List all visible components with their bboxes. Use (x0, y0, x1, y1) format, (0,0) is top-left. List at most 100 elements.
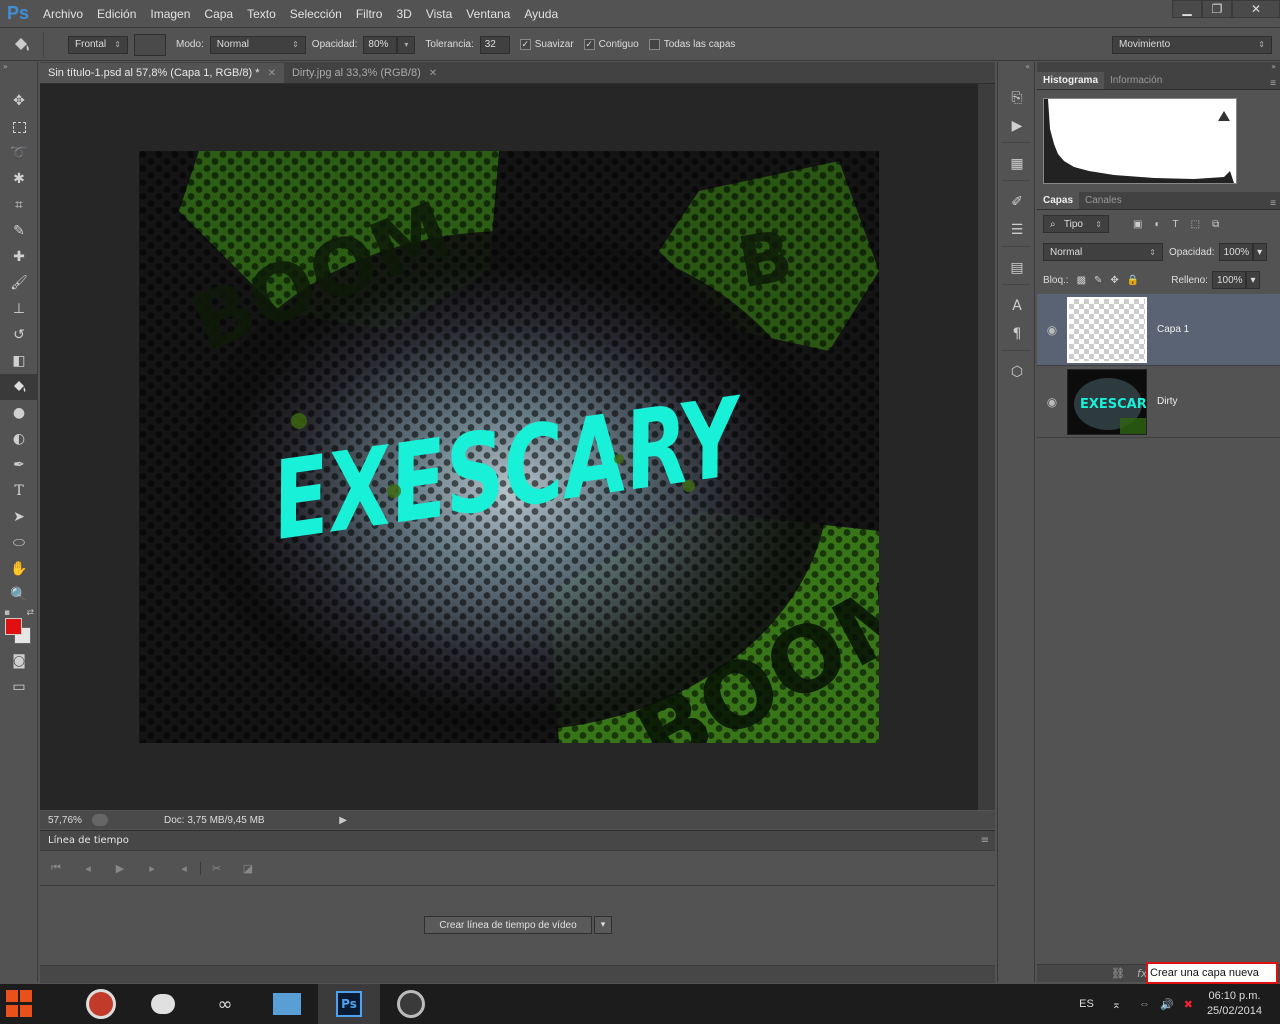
transition-icon[interactable]: ◪ (232, 862, 264, 875)
hand-tool-icon[interactable]: ✋ (0, 556, 38, 582)
antialias-option[interactable]: ✓ Suavizar (519, 39, 574, 50)
close-icon[interactable]: ✕ (268, 68, 276, 79)
magic-wand-tool-icon[interactable]: ✱ (0, 166, 38, 192)
paint-bucket-tool-icon[interactable] (0, 374, 38, 400)
mode-select[interactable]: Normal ⇕ (209, 35, 306, 54)
crop-tool-icon[interactable]: ⌗ (0, 192, 38, 218)
contiguous-checkbox[interactable]: ✓ (583, 39, 595, 50)
tab-histograma[interactable]: Histograma (1037, 72, 1105, 89)
tab-capas[interactable]: Capas (1037, 192, 1080, 209)
windows-start-icon[interactable] (0, 984, 40, 1024)
quick-mask-icon[interactable]: ◙ (0, 648, 38, 674)
tray-arrow-icon[interactable]: ⌅ (1112, 998, 1121, 1011)
expand-arrows-icon[interactable]: « (998, 62, 1034, 72)
menu-vista[interactable]: Vista (419, 7, 459, 21)
filter-adjustment-icon[interactable]: ◐ (1154, 219, 1160, 230)
blur-tool-icon[interactable]: ● (0, 400, 38, 426)
status-info-icon[interactable] (92, 814, 108, 826)
pen-tool-icon[interactable]: ✒ (0, 452, 38, 478)
all-layers-checkbox[interactable] (648, 39, 660, 50)
blend-mode-select[interactable]: Normal ⇕ (1043, 243, 1163, 261)
eye-icon[interactable]: ◉ (1037, 323, 1067, 337)
panel-menu-icon[interactable]: ≡ (981, 835, 989, 846)
menu-ayuda[interactable]: Ayuda (517, 7, 565, 21)
chevron-down-icon[interactable]: ▾ (594, 916, 612, 934)
eye-icon[interactable]: ◉ (1037, 395, 1067, 409)
go-to-first-frame-icon[interactable]: ⏮ (40, 861, 72, 875)
panel-menu-icon[interactable]: ≡ (1270, 198, 1276, 209)
lock-transparent-icon[interactable]: ▩ (1077, 275, 1086, 286)
zoom-level[interactable]: 57,76% (48, 815, 92, 826)
foreground-color-swatch[interactable] (5, 618, 22, 635)
history-brush-tool-icon[interactable]: ↺ (0, 322, 38, 348)
chevron-down-icon[interactable]: ▾ (1245, 271, 1260, 289)
close-button[interactable]: ✕ (1232, 0, 1280, 18)
default-colors-icon[interactable]: ▪ (4, 608, 10, 618)
audio-icon[interactable]: ◂ (168, 862, 200, 875)
lock-all-icon[interactable]: 🔒 (1127, 275, 1139, 286)
pattern-picker[interactable] (134, 33, 166, 56)
tab-document-2[interactable]: Dirty.jpg al 33,3% (RGB/8) ✕ (284, 63, 445, 83)
menu-capa[interactable]: Capa (197, 7, 240, 21)
menu-ventana[interactable]: Ventana (459, 7, 517, 21)
menu-archivo[interactable]: Archivo (36, 7, 90, 21)
gauge-app-icon[interactable] (380, 984, 442, 1024)
3d-panel-icon[interactable]: ⬡ (998, 358, 1036, 386)
filter-type-icon[interactable]: T (1173, 219, 1179, 230)
brush-panel-icon[interactable]: ✐ (998, 188, 1036, 216)
menu-3d[interactable]: 3D (389, 7, 418, 21)
chat-app-icon[interactable] (132, 984, 194, 1024)
previous-frame-icon[interactable]: ◂ (72, 862, 104, 875)
all-layers-option[interactable]: Todas las capas (648, 39, 735, 50)
menu-edicion[interactable]: Edición (90, 7, 143, 21)
character-panel-icon[interactable]: A (998, 292, 1036, 320)
file-explorer-icon[interactable] (256, 984, 318, 1024)
ellipse-tool-icon[interactable]: ⬭ (0, 530, 38, 556)
healing-brush-tool-icon[interactable]: ✚ (0, 244, 38, 270)
menu-imagen[interactable]: Imagen (143, 7, 197, 21)
move-tool-icon[interactable]: ✥ (0, 88, 38, 114)
paint-bucket-preset-icon[interactable] (0, 31, 44, 58)
volume-icon[interactable]: 🔊 (1160, 998, 1174, 1011)
network-app-icon[interactable]: ∞ (194, 984, 256, 1024)
layer-opacity-input[interactable]: 100% (1218, 243, 1253, 261)
collapse-arrows-icon[interactable]: » (1037, 62, 1280, 72)
layer-row-dirty[interactable]: ◉ EXESCARY Dirty (1037, 366, 1280, 438)
lock-image-icon[interactable]: ✎ (1094, 275, 1102, 286)
next-frame-icon[interactable]: ▸ (136, 862, 168, 875)
minimize-button[interactable]: ▁ (1172, 0, 1202, 18)
paragraph-panel-icon[interactable]: ¶ (998, 320, 1036, 348)
opacity-slider-toggle[interactable]: ▾ (397, 35, 416, 54)
photoshop-taskbar-icon[interactable]: Ps (318, 984, 380, 1024)
close-icon[interactable]: ✕ (429, 68, 437, 79)
browser-app-icon[interactable] (70, 984, 132, 1024)
actions-panel-icon[interactable]: ▶ (998, 112, 1036, 140)
history-panel-icon[interactable]: ⎘ (998, 84, 1036, 112)
link-layers-icon[interactable]: ⛓ (1111, 967, 1125, 980)
contiguous-option[interactable]: ✓ Contiguo (583, 39, 639, 50)
play-icon[interactable]: ▶ (104, 862, 136, 875)
zoom-tool-icon[interactable]: 🔍 (0, 582, 38, 608)
artwork-canvas[interactable]: BOOM B BOOM EXESCARY (139, 151, 879, 743)
filter-kind-select[interactable]: ⌕ Tipo ⇕ (1043, 215, 1109, 233)
dodge-tool-icon[interactable]: ◐ (0, 426, 38, 452)
menu-filtro[interactable]: Filtro (349, 7, 390, 21)
filter-pixel-icon[interactable]: ▣ (1133, 219, 1142, 230)
clone-stamp-tool-icon[interactable]: ⊥ (0, 296, 38, 322)
network-icon[interactable]: ⇔ (1139, 998, 1150, 1010)
adjustments-panel-icon[interactable]: ▦ (998, 150, 1036, 178)
styles-panel-icon[interactable]: ▤ (998, 254, 1036, 282)
lock-position-icon[interactable]: ✥ (1110, 275, 1118, 286)
swap-colors-icon[interactable]: ⇄ (26, 608, 34, 618)
antialias-checkbox[interactable]: ✓ (519, 39, 531, 50)
fill-input[interactable]: 100% (1211, 271, 1246, 289)
panel-menu-icon[interactable]: ≡ (1270, 78, 1276, 89)
status-menu-arrow-icon[interactable]: ▶ (339, 815, 347, 826)
fill-source-select[interactable]: Frontal ⇕ (68, 35, 128, 54)
layer-row-capa-1[interactable]: ◉ Capa 1 (1037, 294, 1280, 366)
language-indicator[interactable]: ES (1079, 998, 1094, 1010)
tab-document-1[interactable]: Sin título-1.psd al 57,8% (Capa 1, RGB/8… (40, 63, 284, 83)
vertical-scrollbar[interactable] (978, 84, 995, 810)
eraser-tool-icon[interactable]: ◧ (0, 348, 38, 374)
filter-shape-icon[interactable]: ⬚ (1191, 219, 1200, 230)
